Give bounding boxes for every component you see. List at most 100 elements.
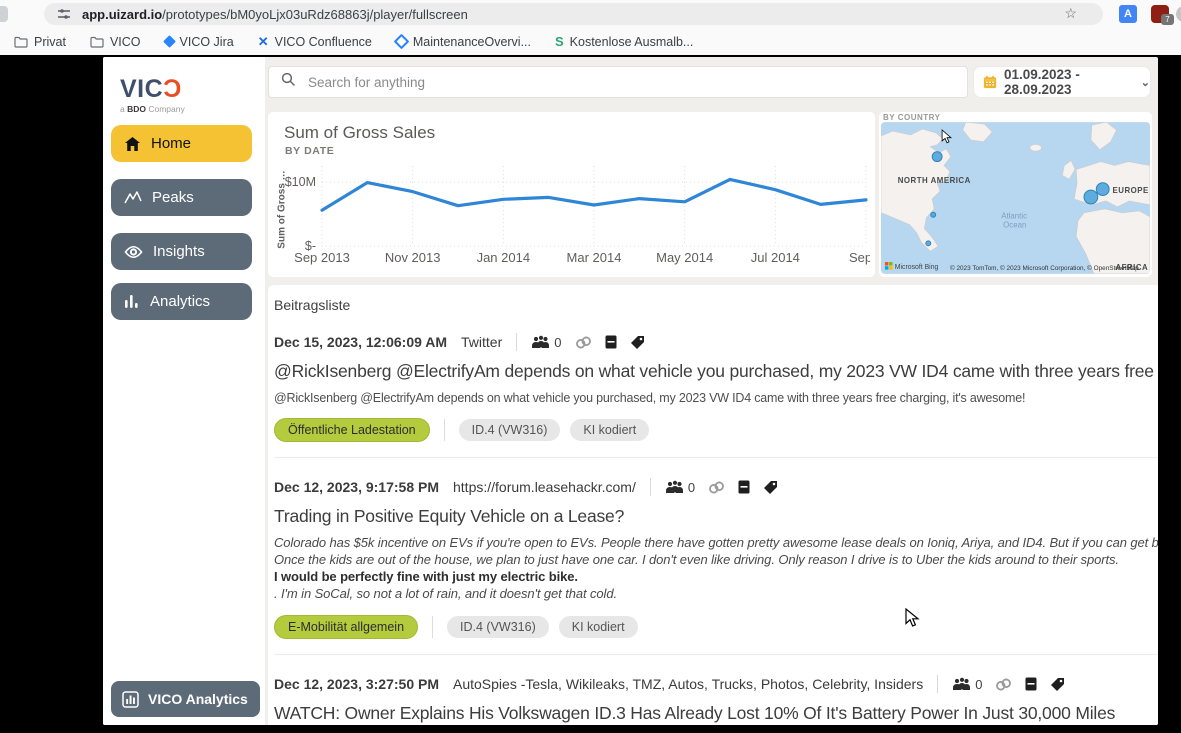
tag-icon[interactable] (630, 335, 645, 350)
gross-sales-chart-card: Sum of Gross Sales BY DATE Sum of Gross … (268, 112, 875, 277)
link-icon[interactable] (573, 333, 594, 352)
post-title[interactable]: Trading in Positive Equity Vehicle on a … (274, 506, 1158, 527)
chart-subtitle: BY DATE (285, 145, 334, 157)
sidebar-item-analytics[interactable]: Analytics (111, 283, 252, 320)
world-map[interactable]: NORTH AMERICA EUROPE AFRICA Atlantic Oce… (881, 122, 1150, 274)
book-icon[interactable] (605, 335, 617, 349)
post-date: Dec 12, 2023, 3:27:50 PM (274, 676, 439, 692)
country-map-card: BY COUNTRY NORTH AMERICA (879, 112, 1152, 277)
label-atlantic: Atlantic (1001, 212, 1027, 221)
date-range-picker[interactable]: 01.09.2023 - 28.09.2023 ⌄ (973, 66, 1151, 98)
search-bar[interactable] (268, 66, 968, 98)
bookmark-kostenlose[interactable]: S Kostenlose Ausmalb... (555, 34, 693, 49)
logo-open-o: Ɔ (163, 75, 182, 103)
post-title[interactable]: WATCH: Owner Explains His Volkswagen ID.… (274, 703, 1158, 724)
label-ocean: Ocean (1003, 221, 1026, 230)
tab-fragment (0, 6, 8, 22)
calendar-icon (983, 74, 997, 90)
vico-app-window: VICƆ a BDO Company Home Peaks Insights A… (103, 57, 1158, 725)
posts-card: Beitragsliste Dec 15, 2023, 12:06:09 AM … (268, 285, 1158, 725)
url-domain: app.uizard.io (82, 7, 162, 22)
post-title[interactable]: @RickIsenberg @ElectrifyAm depends on wh… (274, 361, 1158, 382)
svg-text:Microsoft Bing: Microsoft Bing (895, 264, 939, 271)
tag-pill[interactable]: ID.4 (VW316) (459, 419, 561, 441)
sidebar-item-home[interactable]: Home (111, 125, 252, 162)
divider (937, 675, 938, 693)
extension-badge: 7 (1161, 14, 1174, 25)
peaks-icon (124, 190, 142, 205)
tag-pill[interactable]: KI kodiert (559, 616, 638, 638)
svg-text:Sep 2: Sep 2 (849, 250, 870, 265)
divider (650, 478, 651, 496)
book-icon[interactable] (738, 480, 750, 494)
profile-avatar[interactable] (1176, 6, 1181, 22)
iceland-shape (1030, 144, 1042, 151)
post-date: Dec 12, 2023, 9:17:58 PM (274, 479, 439, 495)
bar-chart-icon (124, 294, 140, 309)
chart-title: Sum of Gross Sales (284, 123, 435, 143)
tag-pill[interactable]: ID.4 (VW316) (447, 616, 549, 638)
svg-text:Jan 2014: Jan 2014 (477, 250, 531, 265)
tag-pill[interactable]: Öffentliche Ladestation (274, 418, 430, 442)
post-source[interactable]: https://forum.leasehackr.com/ (453, 479, 636, 495)
svg-text:Jul 2014: Jul 2014 (751, 250, 800, 265)
site-info-icon[interactable] (56, 6, 72, 22)
bookmark-privat[interactable]: Privat (14, 35, 66, 49)
jira-icon (163, 35, 176, 48)
bookmark-star-icon[interactable]: ☆ (1064, 5, 1077, 22)
label-north-america: NORTH AMERICA (898, 176, 971, 185)
vico-logo: VICƆ a BDO Company (120, 77, 185, 114)
search-input[interactable] (306, 74, 910, 91)
audience-icon[interactable] (531, 335, 550, 350)
divider (432, 616, 433, 638)
confluence-icon: ✕ (258, 34, 269, 50)
tag-icon[interactable] (1050, 677, 1065, 692)
bookmark-vico[interactable]: VICO (90, 35, 141, 49)
svg-text:$-: $- (305, 239, 316, 253)
post-meta: Dec 12, 2023, 9:17:58 PM https://forum.l… (274, 477, 1158, 497)
audience-count: 0 (688, 480, 695, 495)
audience-icon[interactable] (665, 480, 684, 495)
translate-icon[interactable]: A (1119, 5, 1137, 23)
post-item: Dec 12, 2023, 9:17:58 PM https://forum.l… (274, 477, 1158, 639)
post-excerpt: @RickIsenberg @ElectrifyAm depends on wh… (274, 391, 1158, 405)
bookmarks-bar: Privat VICO VICO Jira ✕ VICO Confluence … (0, 28, 1181, 55)
search-icon (281, 72, 296, 92)
bookmark-maintenance[interactable]: MaintenanceOvervi... (396, 35, 531, 49)
chevron-down-icon: ⌄ (1141, 76, 1150, 89)
book-icon[interactable] (1025, 677, 1037, 691)
analytics-square-icon (122, 691, 139, 708)
divider (516, 333, 517, 351)
svg-text:Nov 2013: Nov 2013 (385, 250, 441, 265)
sidebar-item-vico-analytics[interactable]: VICO Analytics (111, 681, 260, 717)
label-europe: EUROPE (1113, 186, 1149, 195)
map-attribution: © 2023 TomTom, © 2023 Microsoft Corporat… (950, 264, 1139, 272)
post-source: AutoSpies -Tesla, Wikileaks, TMZ, Autos,… (453, 676, 923, 692)
post-source: Twitter (461, 334, 502, 350)
audience-count: 0 (554, 335, 561, 350)
svg-text:Mar 2014: Mar 2014 (567, 250, 622, 265)
tag-pill[interactable]: KI kodiert (570, 419, 649, 441)
address-bar[interactable]: app.uizard.io/prototypes/bM0yoLjx03uRdz6… (44, 3, 1103, 25)
tag-pill[interactable]: E-Mobilität allgemein (274, 615, 418, 639)
map-by-country-label: BY COUNTRY (883, 113, 940, 122)
date-range-text: 01.09.2023 - 28.09.2023 (1004, 67, 1133, 97)
post-item: Dec 15, 2023, 12:06:09 AM Twitter 0 @Ric… (274, 332, 1158, 442)
sidebar-item-peaks[interactable]: Peaks (111, 179, 252, 216)
url-text[interactable]: app.uizard.io/prototypes/bM0yoLjx03uRdz6… (82, 7, 468, 22)
audience-count: 0 (975, 677, 982, 692)
mouse-cursor (905, 608, 920, 633)
divider (444, 419, 445, 441)
post-separator (274, 654, 1158, 655)
link-icon[interactable] (706, 478, 727, 497)
audience-icon[interactable] (952, 677, 971, 692)
sidebar-item-insights[interactable]: Insights (111, 233, 252, 270)
post-tags: Öffentliche Ladestation ID.4 (VW316) KI … (274, 418, 1158, 442)
link-icon[interactable] (993, 675, 1014, 694)
browser-toolbar: app.uizard.io/prototypes/bM0yoLjx03uRdz6… (0, 0, 1181, 28)
bookmark-vico-jira[interactable]: VICO Jira (165, 35, 234, 49)
bookmark-vico-confluence[interactable]: ✕ VICO Confluence (258, 34, 372, 50)
post-item: Dec 12, 2023, 3:27:50 PM AutoSpies -Tesl… (274, 674, 1158, 725)
tag-icon[interactable] (763, 480, 778, 495)
posts-header: Beitragsliste (274, 297, 1158, 313)
